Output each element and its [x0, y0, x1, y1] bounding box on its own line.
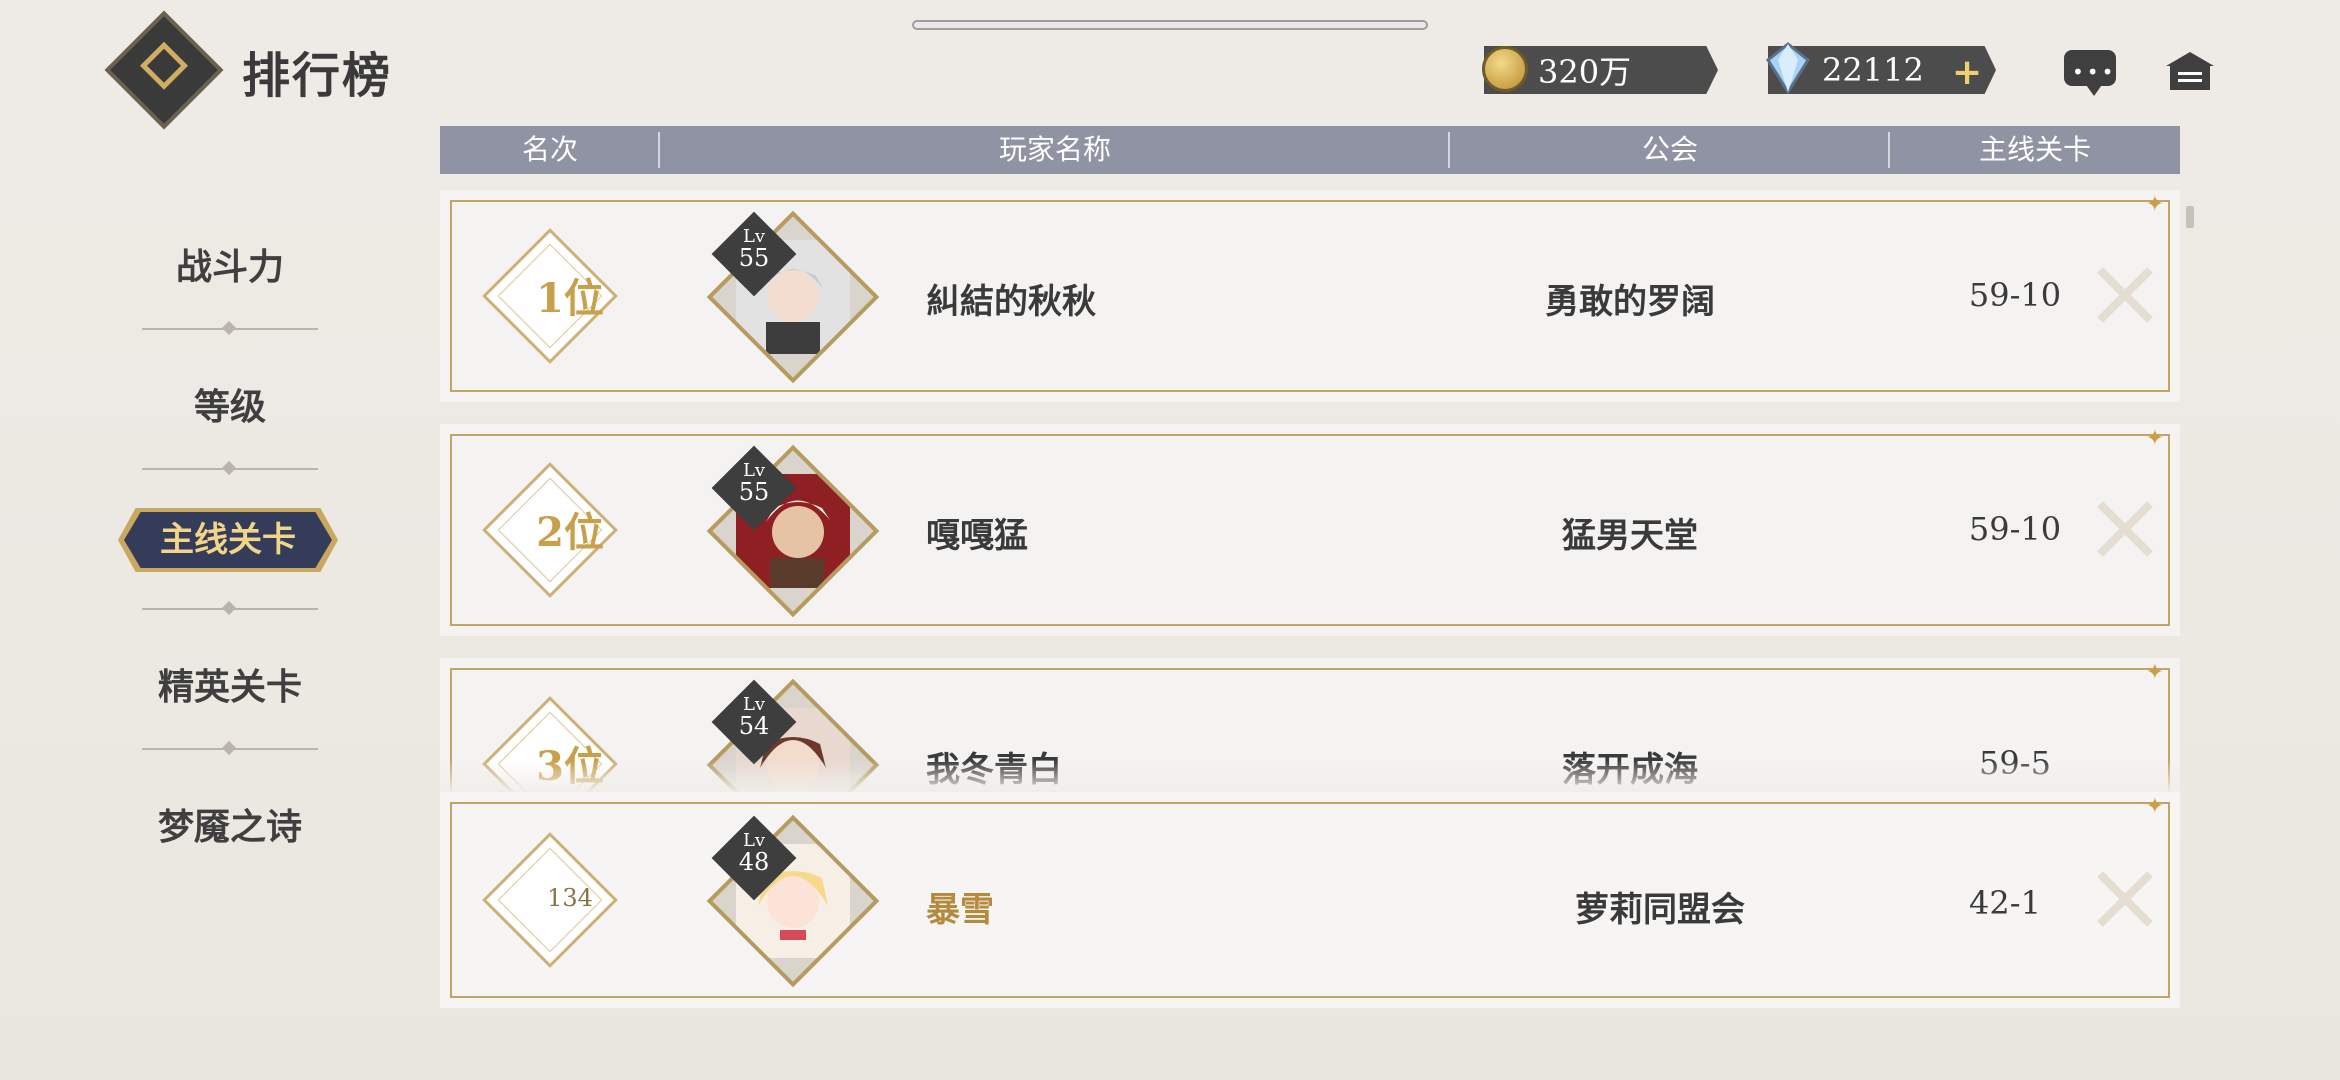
level-badge-text: Lv 55 [724, 228, 784, 272]
sidebar-item-level[interactable]: 等级 [100, 378, 360, 430]
sparkle-icon: ✦ [2145, 192, 2164, 217]
sidebar-divider [142, 608, 318, 610]
top-drag-handle[interactable] [912, 20, 1428, 30]
table-header: 名次 玩家名称 公会 主线关卡 [440, 126, 2180, 174]
sidebar-item-main-stage[interactable]: 主线关卡 [124, 512, 332, 568]
back-button[interactable] [104, 10, 224, 130]
sparkle-icon: ✦ [2145, 660, 2164, 685]
list-scrollbar[interactable] [2186, 206, 2194, 228]
guild-name: 猛男天堂 [1562, 516, 1698, 556]
column-header-guild: 公会 [1641, 133, 1698, 166]
player-name: 糾結的秋秋 [926, 282, 1096, 322]
sidebar-item-nightmare-poem[interactable]: 梦魇之诗 [100, 798, 360, 850]
coin-icon [1482, 46, 1528, 92]
sidebar-divider [142, 748, 318, 750]
level-badge-text: Lv 55 [724, 462, 784, 506]
add-gems-button[interactable]: + [1952, 52, 1982, 93]
decorative-x-icon [2097, 871, 2153, 927]
main-stage-value: 59-10 [1968, 276, 2062, 314]
level-value: 55 [738, 478, 770, 506]
column-header-main-stage: 主线关卡 [1978, 133, 2091, 166]
column-header-player: 玩家名称 [998, 133, 1111, 166]
home-icon[interactable] [2164, 50, 2216, 92]
chat-icon-tail [2084, 82, 2104, 96]
coin-amount: 320万 [1538, 53, 1632, 91]
level-value: 54 [738, 712, 770, 740]
sparkle-icon: ✦ [2145, 794, 2164, 819]
main-stage-value: 59-10 [1968, 510, 2062, 548]
guild-name: 萝莉同盟会 [1575, 890, 1745, 930]
rank-label: 134 [547, 884, 593, 912]
sidebar-divider [142, 468, 318, 470]
rank-label: 2位 [536, 509, 604, 556]
page-title: 排行榜 [242, 48, 393, 104]
table-row[interactable]: ✦ 2位 Lv 55 嘎嘎猛 猛男天堂 59-10 [440, 424, 2180, 636]
decorative-x-icon [2097, 501, 2153, 557]
list-fade-overlay [440, 760, 2180, 794]
player-name: 嘎嘎猛 [926, 516, 1028, 556]
sidebar-divider [142, 328, 318, 330]
table-row[interactable]: ✦ 1位 Lv 55 糾結的秋秋 勇敢的罗阔 59-10 [440, 190, 2180, 402]
column-header-rank: 名次 [521, 133, 578, 166]
chat-dots-icon: ••• [2072, 60, 2117, 84]
level-badge-text: Lv 54 [724, 696, 784, 740]
guild-name: 勇敢的罗阔 [1545, 282, 1715, 322]
player-name-self: 暴雪 [926, 890, 994, 930]
sidebar-item-elite-stage[interactable]: 精英关卡 [100, 658, 360, 710]
gem-icon [1766, 42, 1810, 94]
gem-amount: 22112 [1822, 51, 1924, 89]
back-arrow-icon [139, 41, 189, 90]
level-badge-text: Lv 48 [724, 832, 784, 876]
decorative-x-icon [2097, 267, 2153, 323]
sparkle-icon: ✦ [2145, 426, 2164, 451]
self-rank-row[interactable]: ✦ 134 Lv 48 暴雪 萝莉同盟会 42-1 [440, 792, 2180, 1008]
sidebar-item-combat-power[interactable]: 战斗力 [100, 238, 360, 290]
rank-label: 1位 [536, 275, 604, 322]
level-value: 55 [738, 244, 770, 272]
level-value: 48 [738, 848, 770, 876]
main-stage-value: 42-1 [1969, 884, 2041, 922]
